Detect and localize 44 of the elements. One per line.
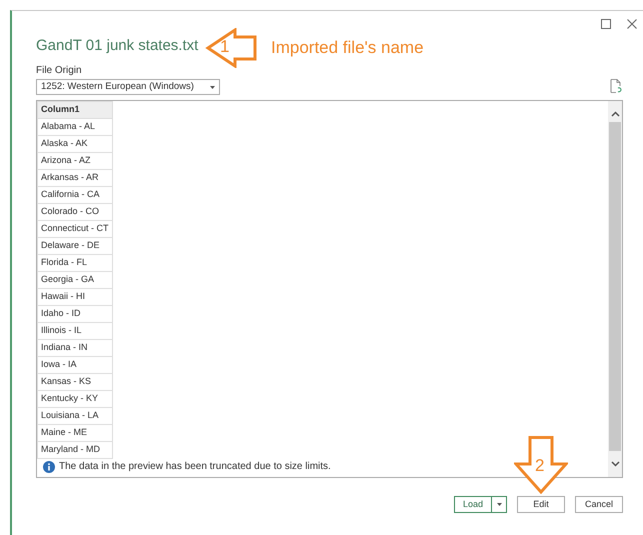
table-cell: Indiana - IN xyxy=(38,340,112,356)
window-title: GandT 01 junk states.txt xyxy=(36,36,198,56)
table-cell: Hawaii - HI xyxy=(38,288,112,306)
callout-number: 2 xyxy=(535,456,544,476)
table-cell: California - CA xyxy=(38,186,112,204)
column-header: Column1 xyxy=(38,102,112,118)
annotation-text: Imported file's name xyxy=(271,37,424,60)
table-cell: Maryland - MD xyxy=(38,442,112,458)
dropdown-caret-icon xyxy=(496,503,502,506)
scroll-up-icon[interactable] xyxy=(610,111,620,117)
table-cell: Delaware - DE xyxy=(38,238,112,254)
load-button[interactable]: Load xyxy=(454,496,492,513)
table-cell: Louisiana - LA xyxy=(38,408,112,424)
table-cell: Arizona - AZ xyxy=(38,152,112,170)
refresh-document-icon[interactable] xyxy=(610,79,622,93)
dialog-button[interactable]: Cancel xyxy=(575,496,623,513)
truncation-notice: The data in the preview has been truncated due to size limits. xyxy=(59,460,331,474)
table-cell: Arkansas - AR xyxy=(38,170,112,186)
table-cell: Colorado - CO xyxy=(38,204,112,220)
table-cell: Georgia - GA xyxy=(38,272,112,288)
scrollbar-thumb[interactable] xyxy=(609,122,621,451)
field-label: File Origin xyxy=(36,65,82,77)
scroll-down-icon[interactable] xyxy=(610,461,620,467)
table-cell: Alabama - AL xyxy=(38,118,112,136)
callout-arrow xyxy=(205,28,257,68)
maximize-icon[interactable] xyxy=(601,19,611,29)
table-cell: Iowa - IA xyxy=(38,356,112,374)
table-cell: Florida - FL xyxy=(38,254,112,272)
callout-number: 1 xyxy=(220,37,230,57)
dialog-button[interactable]: Edit xyxy=(517,496,565,513)
table-cell: Alaska - AK xyxy=(38,136,112,152)
table-cell: Illinois - IL xyxy=(38,322,112,340)
info-icon xyxy=(43,460,55,472)
dropdown-caret-icon xyxy=(210,86,215,88)
table-cell: Maine - ME xyxy=(38,424,112,442)
vertical-scrollbar[interactable] xyxy=(608,101,622,477)
file-origin-dropdown[interactable]: 1252: Western European (Windows) xyxy=(36,79,220,95)
callout-arrow xyxy=(514,436,568,494)
table-cell: Idaho - ID xyxy=(38,306,112,322)
table-cell: Connecticut - CT xyxy=(38,220,112,238)
table-cell: Kentucky - KY xyxy=(38,390,112,408)
load-options-button[interactable] xyxy=(492,496,507,513)
close-icon[interactable] xyxy=(627,19,637,29)
table-cell: Kansas - KS xyxy=(38,374,112,390)
